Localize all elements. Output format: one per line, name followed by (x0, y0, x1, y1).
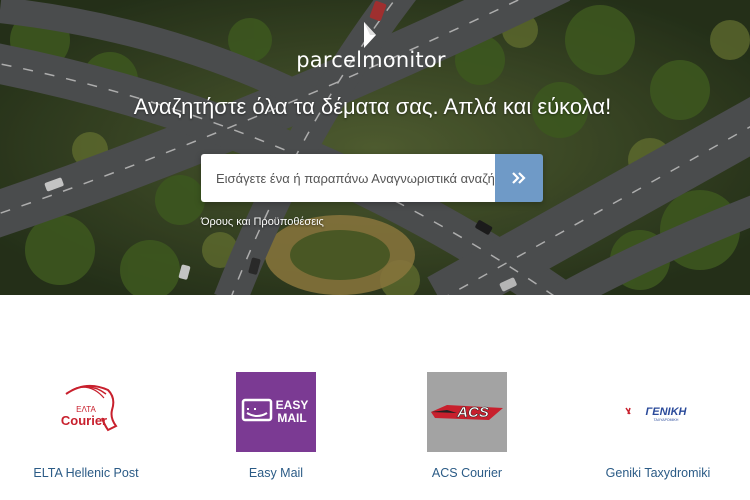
acs-logo-icon: ACS (431, 404, 503, 421)
easy-mail-logo-text-bottom: MAIL (277, 411, 306, 425)
easy-mail-logo[interactable]: EASY MAIL (236, 372, 316, 452)
carrier-item-geniki[interactable]: ΓΕΝΙΚΗ ΤΑΧΥΔΡΟΜΙΚΗ Geniki Taxydromiki (568, 372, 748, 480)
hero-headline: Αναζητήστε όλα τα δέματα σας. Απλά και ε… (133, 94, 612, 119)
carrier-item-elta[interactable]: ΕΛΤΑ Courier ELTA Hellenic Post (0, 372, 176, 480)
carrier-name-elta[interactable]: ELTA Hellenic Post (0, 466, 176, 480)
parcelmonitor-logo-icon (364, 22, 376, 48)
elta-logo-icon: ΕΛΤΑ Courier (61, 384, 118, 432)
geniki-logo-text-top: ΓΕΝΙΚΗ (646, 406, 688, 418)
tracking-number-input[interactable] (201, 154, 495, 202)
carrier-item-acs[interactable]: ACS ACS Courier (377, 372, 557, 480)
carrier-name-geniki[interactable]: Geniki Taxydromiki (568, 466, 748, 480)
geniki-logo[interactable]: ΓΕΝΙΚΗ ΤΑΧΥΔΡΟΜΙΚΗ (618, 372, 698, 452)
geniki-logo-text-bottom: ΤΑΧΥΔΡΟΜΙΚΗ (654, 418, 679, 422)
carrier-item-easy-mail[interactable]: EASY MAIL Easy Mail (186, 372, 366, 480)
carrier-list: ΕΛΤΑ Courier ELTA Hellenic Post EASY MAI… (0, 372, 750, 492)
geniki-logo-icon: ΓΕΝΙΚΗ ΤΑΧΥΔΡΟΜΙΚΗ (625, 406, 688, 422)
carrier-name-acs[interactable]: ACS Courier (377, 466, 557, 480)
acs-logo-text: ACS (456, 404, 489, 421)
acs-courier-logo[interactable]: ACS (427, 372, 507, 452)
hero-banner: parcelmonitor Αναζητήστε όλα τα δέματα σ… (0, 0, 750, 295)
double-chevron-right-icon (512, 172, 526, 184)
brand-name: parcelmonitor (296, 48, 446, 72)
tracking-search-form (201, 154, 543, 202)
carrier-name-easy-mail[interactable]: Easy Mail (186, 466, 366, 480)
easy-mail-logo-icon: EASY MAIL (241, 398, 309, 425)
search-button[interactable] (495, 154, 543, 202)
elta-courier-logo[interactable]: ΕΛΤΑ Courier (46, 372, 126, 452)
terms-and-conditions-link[interactable]: Όρους και Προϋποθέσεις (201, 216, 324, 228)
elta-logo-text-bottom: Courier (61, 413, 107, 428)
easy-mail-logo-text-top: EASY (276, 398, 309, 412)
